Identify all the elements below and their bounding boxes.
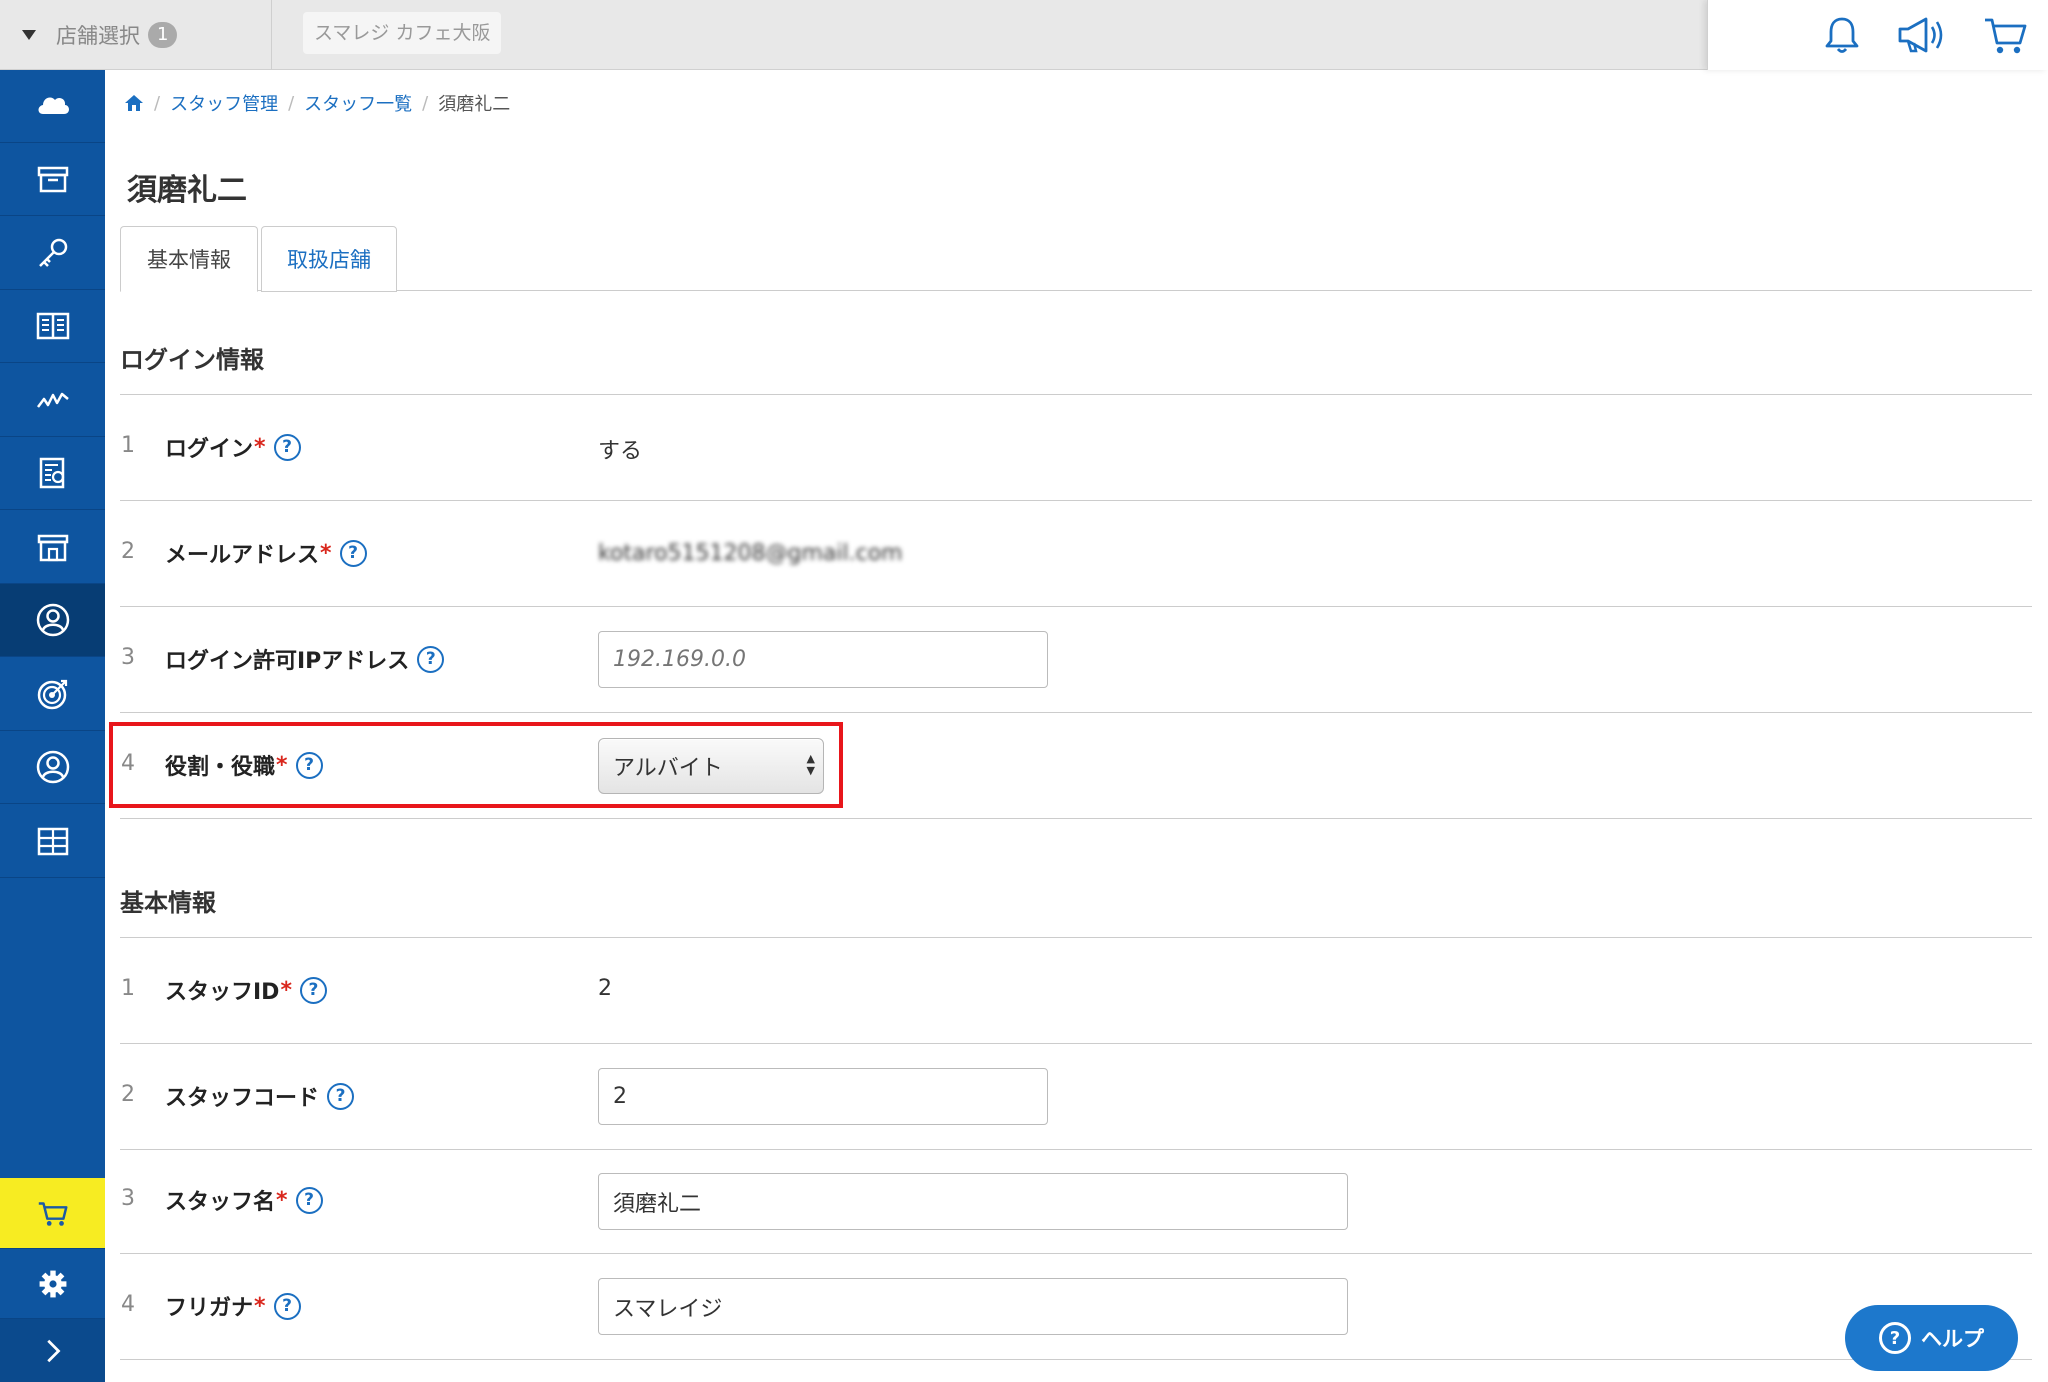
help-icon[interactable]: ? xyxy=(295,1186,323,1214)
help-icon[interactable]: ? xyxy=(339,539,367,567)
staff-name-input[interactable] xyxy=(598,1173,1348,1230)
store-select-label: 店舗選択 xyxy=(56,24,140,48)
row-label: メールアドレス *? xyxy=(165,537,367,569)
store-count-badge: 1 xyxy=(148,22,178,48)
caret-down-icon xyxy=(22,30,36,40)
customer-icon[interactable] xyxy=(0,731,105,804)
required-mark: * xyxy=(320,540,332,566)
furigana-label: フリガナ xyxy=(165,1296,254,1321)
tab-basic-info[interactable]: 基本情報 xyxy=(120,226,258,292)
help-icon[interactable]: ? xyxy=(299,976,327,1004)
highlight-box xyxy=(109,722,843,808)
target-icon[interactable] xyxy=(0,658,105,731)
archive-icon[interactable] xyxy=(0,143,105,216)
row-label: スタッフID *? xyxy=(165,974,327,1006)
user-icon[interactable] xyxy=(0,584,105,657)
row-number: 2 xyxy=(121,1082,135,1107)
form-row-ip: 3 ログイン許可IPアドレス? xyxy=(120,607,2032,713)
chevron-right-icon xyxy=(46,1339,60,1362)
form-row-staff-code: 2 スタッフコード? xyxy=(120,1044,2032,1150)
email-label: メールアドレス xyxy=(165,543,320,568)
settings-button[interactable] xyxy=(0,1248,105,1318)
chart-icon[interactable] xyxy=(0,364,105,437)
store-icon[interactable] xyxy=(0,511,105,584)
help-icon[interactable]: ? xyxy=(417,645,445,673)
row-number: 2 xyxy=(121,539,135,564)
report-icon[interactable] xyxy=(0,437,105,510)
key-icon[interactable] xyxy=(0,217,105,290)
staff-name-label: スタッフ名 xyxy=(165,1190,276,1215)
breadcrumb: / スタッフ管理 / スタッフ一覧 / 須磨礼二 xyxy=(124,90,510,116)
row-label: ログイン *? xyxy=(165,431,301,463)
ip-address-input[interactable] xyxy=(598,631,1048,688)
help-button-label: ヘルプ xyxy=(1921,1327,1984,1351)
required-mark: * xyxy=(276,1187,288,1213)
row-number: 3 xyxy=(121,1186,135,1211)
breadcrumb-current: 須磨礼二 xyxy=(438,94,511,115)
login-label: ログイン xyxy=(165,437,254,462)
megaphone-icon[interactable] xyxy=(1896,13,1948,57)
row-label: ログイン許可IPアドレス? xyxy=(165,643,445,675)
register-cart-button[interactable] xyxy=(0,1178,105,1248)
home-icon[interactable] xyxy=(124,93,144,113)
form-row-login: 1 ログイン *? する xyxy=(120,395,2032,501)
row-label: スタッフ名 *? xyxy=(165,1184,323,1216)
current-store-chip[interactable]: スマレジ カフェ大阪 xyxy=(303,12,502,54)
tab-bar: 基本情報 取扱店舗 xyxy=(120,226,2032,292)
question-icon: ? xyxy=(1879,1322,1911,1354)
staff-code-label: スタッフコード xyxy=(165,1086,320,1111)
help-icon[interactable]: ? xyxy=(327,1082,355,1110)
cart-icon xyxy=(38,1202,67,1226)
book-icon[interactable] xyxy=(0,290,105,363)
top-right-actions xyxy=(1707,0,2048,70)
row-number: 1 xyxy=(121,433,135,458)
row-number: 3 xyxy=(121,645,135,670)
form-row-furigana: 4 フリガナ *? xyxy=(120,1254,2032,1360)
login-value: する xyxy=(598,439,643,464)
help-icon[interactable]: ? xyxy=(273,1292,301,1320)
form-row-email: 2 メールアドレス *? kotaro5151208@gmail.com xyxy=(120,501,2032,607)
top-bar: 店舗選択 1 スマレジ カフェ大阪 xyxy=(0,0,2048,70)
help-icon[interactable]: ? xyxy=(273,433,301,461)
breadcrumb-staff-list[interactable]: スタッフ一覧 xyxy=(304,90,412,116)
email-value: kotaro5151208@gmail.com xyxy=(598,541,903,566)
row-label: フリガナ *? xyxy=(165,1290,301,1322)
basic-section-title: 基本情報 xyxy=(120,889,216,917)
bell-icon[interactable] xyxy=(1820,13,1864,57)
grid-icon[interactable] xyxy=(0,805,105,878)
tab-stores[interactable]: 取扱店舗 xyxy=(261,226,397,292)
form-row-staff-id: 1 スタッフID *? 2 xyxy=(120,938,2032,1044)
store-select[interactable]: 店舗選択 1 xyxy=(0,0,272,70)
row-number: 1 xyxy=(121,976,135,1001)
gear-icon xyxy=(39,1270,66,1297)
login-section-title: ログイン情報 xyxy=(120,346,264,374)
breadcrumb-staff-management[interactable]: スタッフ管理 xyxy=(170,90,278,116)
staff-id-value: 2 xyxy=(598,976,612,1001)
staff-code-input[interactable] xyxy=(598,1068,1048,1125)
required-mark: * xyxy=(254,434,266,460)
form-row-staff-name: 3 スタッフ名 *? xyxy=(120,1150,2032,1254)
ip-label: ログイン許可IPアドレス xyxy=(165,649,410,674)
required-mark: * xyxy=(254,1293,266,1319)
cart-icon[interactable] xyxy=(1982,13,2030,57)
staff-id-label: スタッフID xyxy=(165,980,280,1005)
required-mark: * xyxy=(280,977,292,1003)
help-button[interactable]: ? ヘルプ xyxy=(1845,1305,2018,1371)
page-title: 須磨礼二 xyxy=(127,173,247,208)
furigana-input[interactable] xyxy=(598,1278,1348,1335)
row-number: 4 xyxy=(121,1292,135,1317)
row-label: スタッフコード? xyxy=(165,1080,355,1112)
cloud-icon[interactable] xyxy=(0,70,105,143)
sidebar xyxy=(0,70,105,1382)
sidebar-expand-button[interactable] xyxy=(0,1318,105,1382)
